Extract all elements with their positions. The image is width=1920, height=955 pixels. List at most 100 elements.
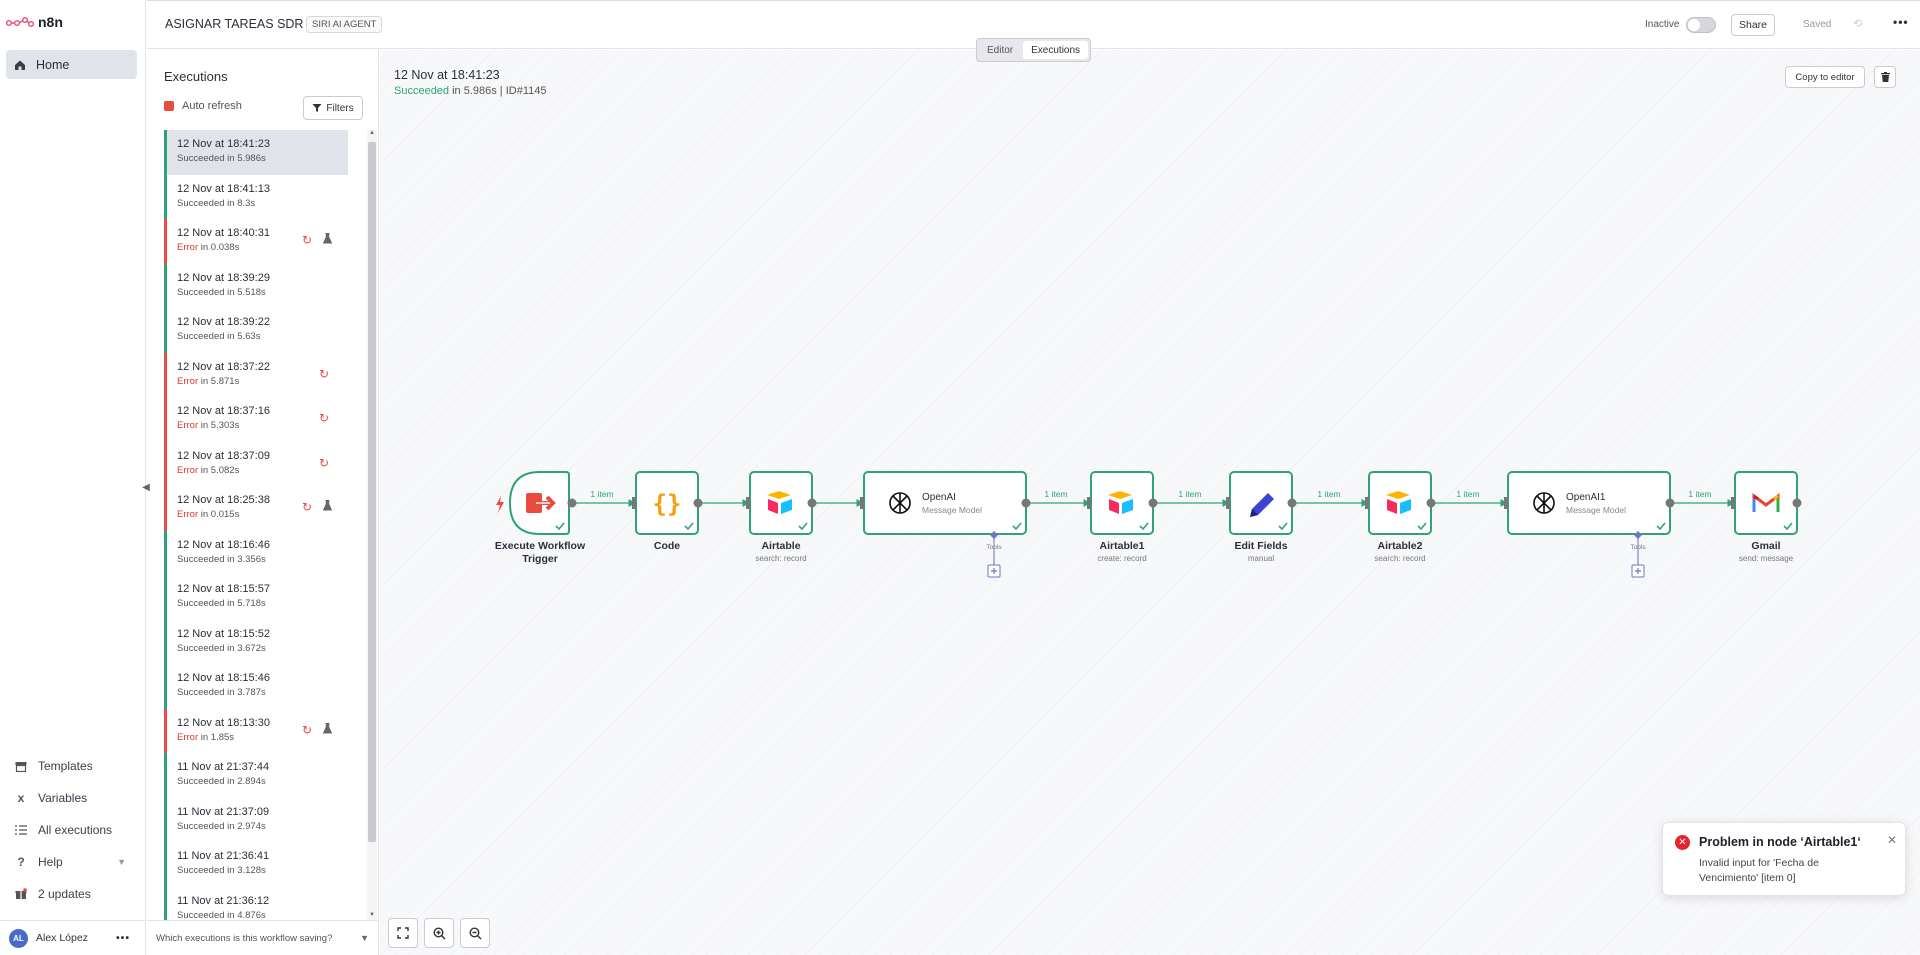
zoom-out-button[interactable] bbox=[460, 918, 490, 948]
node-code[interactable]: {} bbox=[632, 471, 703, 535]
tab-executions[interactable]: Executions bbox=[1023, 41, 1089, 59]
retry-icon[interactable]: ↻ bbox=[302, 723, 312, 737]
zoom-out-icon bbox=[468, 926, 481, 939]
input-handle[interactable] bbox=[1226, 497, 1230, 509]
sidebar-item-templates[interactable]: Templates bbox=[0, 750, 146, 782]
duration-text: in 4.876s bbox=[224, 909, 266, 921]
code-braces-icon: {} bbox=[653, 490, 682, 518]
flask-icon[interactable] bbox=[322, 500, 333, 514]
close-icon[interactable]: ✕ bbox=[1887, 833, 1897, 847]
output-handle[interactable] bbox=[1792, 498, 1802, 508]
filters-button[interactable]: Filters bbox=[303, 96, 363, 120]
execution-item[interactable]: 11 Nov at 21:37:09 Succeeded in 2.974s bbox=[164, 797, 348, 842]
fit-view-button[interactable] bbox=[388, 918, 418, 948]
zoom-in-button[interactable] bbox=[424, 918, 454, 948]
execution-item[interactable]: 12 Nov at 18:39:29 Succeeded in 5.518s bbox=[164, 263, 348, 308]
sidebar-item-updates[interactable]: 2 updates bbox=[0, 878, 146, 910]
collapse-sidebar-icon[interactable]: ◀ bbox=[139, 476, 153, 498]
node-edit-fields[interactable] bbox=[1226, 471, 1297, 535]
output-handle[interactable] bbox=[693, 498, 703, 508]
execution-item[interactable]: 11 Nov at 21:36:12 Succeeded in 4.876s bbox=[164, 886, 348, 921]
scroll-down-icon[interactable]: ▼ bbox=[369, 912, 375, 918]
execution-item[interactable]: 12 Nov at 18:37:22 Error in 5.871s ↻ bbox=[164, 352, 348, 397]
input-handle[interactable] bbox=[860, 497, 864, 509]
input-handle[interactable] bbox=[1365, 497, 1369, 509]
node-openai1[interactable] bbox=[1504, 471, 1675, 578]
output-handle[interactable] bbox=[1021, 498, 1031, 508]
more-icon[interactable]: ••• bbox=[116, 932, 130, 944]
app-sidebar: n8n Home Templates x Variables All execu… bbox=[0, 0, 146, 955]
input-handle[interactable] bbox=[1087, 497, 1091, 509]
execution-item[interactable]: 12 Nov at 18:41:13 Succeeded in 8.3s bbox=[164, 174, 348, 219]
user-menu[interactable]: AL Alex López ••• bbox=[0, 920, 146, 955]
active-toggle[interactable] bbox=[1686, 17, 1716, 33]
user-name: Alex López bbox=[36, 932, 88, 944]
node-subtitle: Message Model bbox=[1566, 505, 1627, 515]
execution-item[interactable]: 12 Nov at 18:15:57 Succeeded in 5.718s bbox=[164, 575, 348, 620]
execution-item[interactable]: 12 Nov at 18:37:16 Error in 5.303s ↻ bbox=[164, 397, 348, 442]
input-handle[interactable] bbox=[746, 497, 750, 509]
duration-text: in 5.718s bbox=[224, 598, 266, 609]
n8n-logo[interactable]: n8n bbox=[6, 14, 63, 30]
flask-icon[interactable] bbox=[322, 233, 333, 247]
execution-item-status: Succeeded in 5.518s bbox=[177, 287, 348, 298]
execution-item[interactable]: 12 Nov at 18:15:46 Succeeded in 3.787s bbox=[164, 664, 348, 709]
node-openai[interactable] bbox=[860, 471, 1031, 578]
execution-item-date: 11 Nov at 21:37:09 bbox=[177, 805, 270, 818]
sidebar-item-all-executions[interactable]: All executions bbox=[0, 814, 146, 846]
execution-item-date: 12 Nov at 18:15:46 bbox=[177, 672, 270, 684]
execution-item[interactable]: 12 Nov at 18:41:23 Succeeded in 5.986s bbox=[164, 130, 348, 175]
auto-refresh-checkbox[interactable]: Auto refresh bbox=[164, 100, 242, 112]
status-text: Succeeded bbox=[177, 331, 225, 342]
output-handle[interactable] bbox=[1426, 498, 1436, 508]
more-icon[interactable]: ••• bbox=[1893, 15, 1909, 29]
node-execute-workflow-trigger[interactable] bbox=[508, 471, 577, 535]
retry-icon[interactable]: ↻ bbox=[302, 233, 312, 247]
node-subtitle: send: message bbox=[1738, 554, 1794, 563]
node-airtable2[interactable] bbox=[1365, 471, 1436, 535]
execution-item-date: 12 Nov at 18:15:52 bbox=[177, 627, 270, 640]
retry-icon[interactable]: ↻ bbox=[319, 456, 329, 470]
retry-icon[interactable]: ↻ bbox=[319, 411, 329, 425]
scrollbar-thumb[interactable] bbox=[368, 142, 376, 842]
execution-item[interactable]: 11 Nov at 21:37:44 Succeeded in 2.894s bbox=[164, 753, 348, 798]
checkbox-icon[interactable] bbox=[164, 101, 174, 111]
input-handle[interactable] bbox=[632, 497, 636, 509]
scroll-up-icon[interactable]: ▲ bbox=[369, 130, 375, 136]
share-button[interactable]: Share bbox=[1731, 14, 1775, 36]
workflow-canvas[interactable]: 12 Nov at 18:41:23 Succeeded in 5.986s |… bbox=[380, 50, 1920, 955]
scrollbar[interactable] bbox=[367, 130, 377, 920]
execution-item[interactable]: 12 Nov at 18:40:31 Error in 0.038s ↻ bbox=[164, 219, 348, 264]
input-handle[interactable] bbox=[1504, 497, 1508, 509]
history-icon[interactable]: ⟲ bbox=[1853, 17, 1862, 30]
workflow-tag[interactable]: SIRI AI AGENT bbox=[306, 16, 383, 33]
sidebar-item-help[interactable]: ? Help ▼ bbox=[0, 846, 146, 878]
tab-editor[interactable]: Editor bbox=[979, 41, 1021, 59]
retry-icon[interactable]: ↻ bbox=[302, 500, 312, 514]
execution-item[interactable]: 12 Nov at 18:15:52 Succeeded in 3.672s bbox=[164, 619, 348, 664]
execution-item[interactable]: 12 Nov at 18:25:38 Error in 0.015s ↻ bbox=[164, 486, 348, 531]
execution-item[interactable]: 12 Nov at 18:37:09 Error in 5.082s ↻ bbox=[164, 441, 348, 486]
retry-icon[interactable]: ↻ bbox=[319, 367, 329, 381]
output-handle[interactable] bbox=[567, 498, 577, 508]
sidebar-item-home[interactable]: Home bbox=[6, 50, 137, 79]
execution-item[interactable]: 12 Nov at 18:16:46 Succeeded in 3.356s bbox=[164, 530, 348, 575]
output-handle[interactable] bbox=[807, 498, 817, 508]
execution-item[interactable]: 12 Nov at 18:39:22 Succeeded in 5.63s bbox=[164, 308, 348, 353]
node-gmail[interactable] bbox=[1731, 471, 1802, 535]
flask-icon[interactable] bbox=[322, 722, 333, 737]
sidebar-item-variables[interactable]: x Variables bbox=[0, 782, 146, 814]
input-handle[interactable] bbox=[1731, 497, 1735, 509]
output-handle[interactable] bbox=[1665, 498, 1675, 508]
workflow-title[interactable]: ASIGNAR TAREAS SDR bbox=[165, 17, 303, 31]
execution-item[interactable]: 12 Nov at 18:13:30 Error in 1.85s ↻ bbox=[164, 708, 348, 753]
which-executions-saving-toggle[interactable]: Which executions is this workflow saving… bbox=[147, 920, 379, 955]
output-handle[interactable] bbox=[1148, 498, 1158, 508]
execution-item[interactable]: 11 Nov at 21:36:41 Succeeded in 3.128s bbox=[164, 842, 348, 887]
sidebar-bottom-menu: Templates x Variables All executions ? H… bbox=[0, 750, 146, 910]
output-handle[interactable] bbox=[1287, 498, 1297, 508]
node-airtable[interactable] bbox=[746, 471, 817, 535]
duration-text: in 2.894s bbox=[224, 776, 266, 787]
node-airtable1[interactable] bbox=[1087, 471, 1158, 535]
status-text: Succeeded bbox=[177, 153, 225, 164]
